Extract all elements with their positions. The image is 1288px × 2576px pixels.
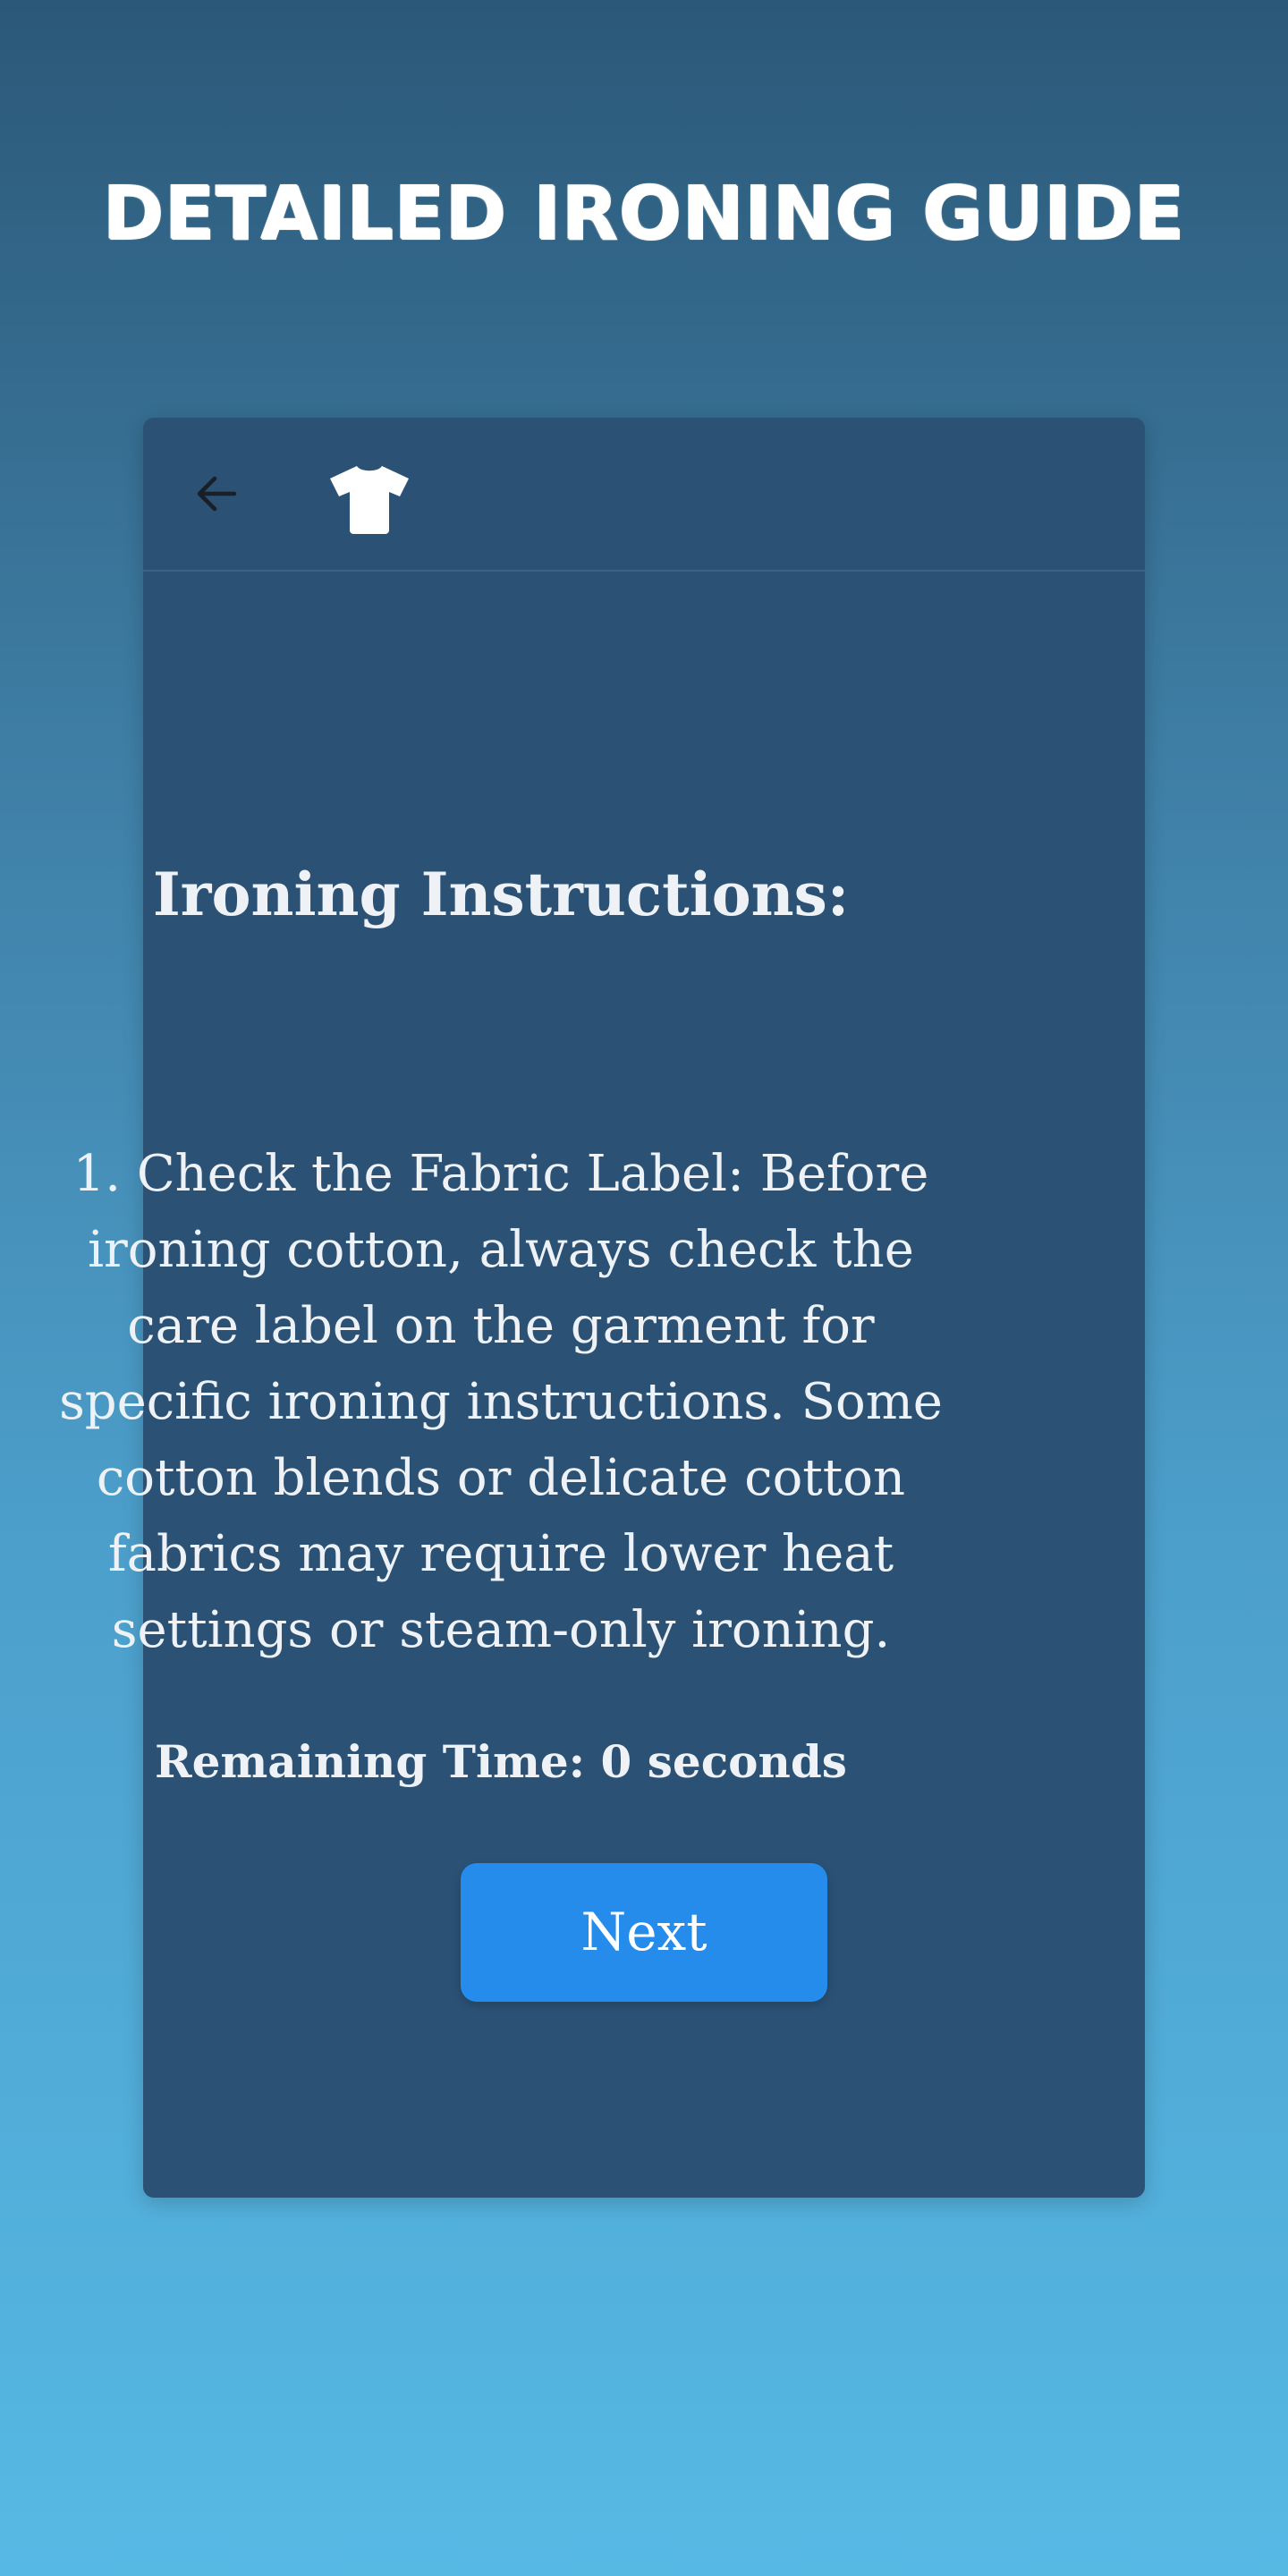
instruction-text: 1. Check the Fabric Label: Before ironin… bbox=[59, 1145, 943, 1659]
page-title: DETAILED IRONING GUIDE bbox=[103, 172, 1185, 257]
instructions-heading: Ironing Instructions: bbox=[152, 860, 850, 929]
tshirt-icon bbox=[326, 462, 412, 534]
back-button[interactable] bbox=[190, 467, 243, 521]
arrow-left-icon bbox=[197, 476, 237, 512]
remaining-time: Remaining Time: 0 seconds bbox=[155, 1735, 847, 1788]
card-header bbox=[143, 418, 1145, 572]
next-button[interactable]: Next bbox=[461, 1863, 827, 2002]
